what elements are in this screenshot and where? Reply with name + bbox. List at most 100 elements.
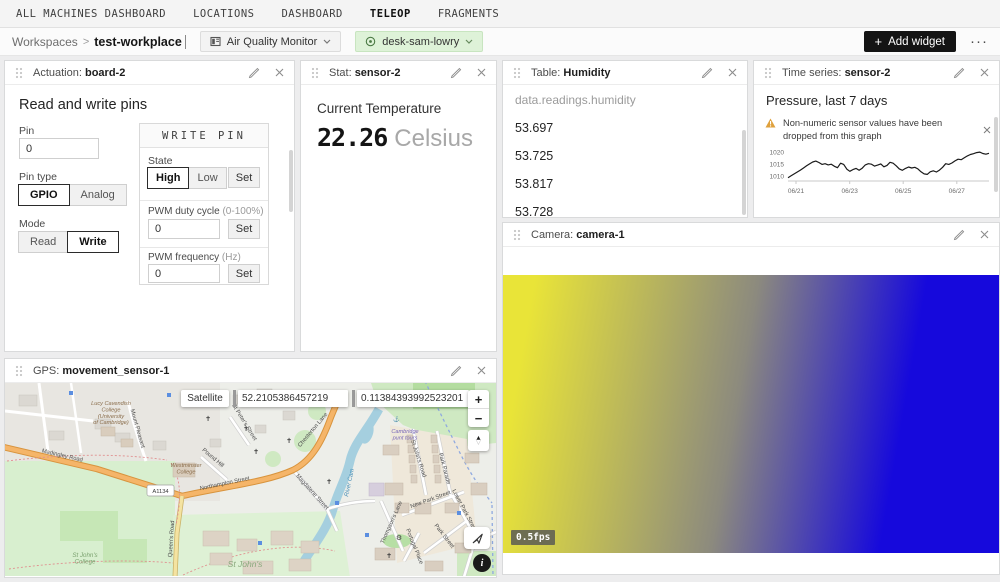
nav-tab-fragments[interactable]: FRAGMENTS xyxy=(438,8,499,20)
close-icon[interactable] xyxy=(980,230,989,239)
location-select[interactable]: Air Quality Monitor xyxy=(200,31,341,52)
mode-read-button[interactable]: Read xyxy=(18,231,68,253)
pressure-line-chart: 10101015102006/2106/2306/2506/27 xyxy=(758,143,995,199)
widget-header[interactable]: Stat: sensor-2 xyxy=(301,61,496,85)
map-canvas[interactable]: A1134 Lucy CavendishCollege(Universityof… xyxy=(5,383,496,576)
close-icon[interactable] xyxy=(477,68,486,77)
workspace-title[interactable]: test-workplace xyxy=(94,35,182,49)
scrollbar[interactable] xyxy=(994,117,998,192)
camera-stream-image: 0.5fps xyxy=(503,275,999,553)
mode-label: Mode xyxy=(19,218,45,230)
breadcrumb-separator: > xyxy=(83,36,89,48)
widget-name: board-2 xyxy=(85,67,125,79)
state-label: State xyxy=(148,155,173,167)
more-menu-icon[interactable]: ··· xyxy=(970,33,988,50)
widget-header[interactable]: GPS: movement_sensor-1 xyxy=(5,359,496,383)
map-label: ⚙ xyxy=(396,534,402,542)
pwm-freq-set-button[interactable]: Set xyxy=(228,264,260,283)
svg-text:06/27: 06/27 xyxy=(949,188,966,195)
svg-text:1010: 1010 xyxy=(770,173,785,180)
widget-header[interactable]: Time series: sensor-2 xyxy=(754,61,999,85)
drag-handle-icon[interactable] xyxy=(15,365,23,377)
drag-handle-icon[interactable] xyxy=(311,67,319,79)
map-label: ✝ xyxy=(243,425,249,433)
add-widget-button[interactable]: + Add widget xyxy=(864,31,957,52)
nav-tab-dashboard[interactable]: DASHBOARD xyxy=(281,8,342,20)
divider xyxy=(352,390,355,407)
pin-type-gpio-button[interactable]: GPIO xyxy=(18,184,70,206)
road-ref-badge: A1134 xyxy=(152,489,169,495)
text-cursor xyxy=(185,35,186,49)
pwm-duty-set-button[interactable]: Set xyxy=(228,219,260,239)
state-high-button[interactable]: High xyxy=(147,167,189,189)
location-select-label: Air Quality Monitor xyxy=(227,36,317,48)
map[interactable]: A1134 Lucy CavendishCollege(Universityof… xyxy=(5,383,496,576)
widget-name: Humidity xyxy=(563,67,610,79)
close-icon[interactable] xyxy=(728,68,737,77)
widget-timeseries: Time series: sensor-2 Pressure, last 7 d… xyxy=(753,60,1000,218)
fps-badge: 0.5fps xyxy=(511,530,555,545)
compass-reset-button[interactable]: ▲ ▽ xyxy=(468,430,489,451)
navigate-arrow-icon xyxy=(470,531,485,546)
svg-text:1015: 1015 xyxy=(770,161,785,168)
pin-input[interactable] xyxy=(19,138,99,159)
edit-pencil-icon[interactable] xyxy=(450,67,462,79)
drag-handle-icon[interactable] xyxy=(513,229,521,241)
close-icon[interactable] xyxy=(980,68,989,77)
latitude-input[interactable] xyxy=(238,390,348,407)
svg-text:06/23: 06/23 xyxy=(842,188,859,195)
widget-camera: Camera: camera-1 0.5fps xyxy=(502,222,1000,575)
pin-label: Pin xyxy=(19,125,34,137)
compass-south-icon: ▽ xyxy=(476,441,481,445)
mode-write-button[interactable]: Write xyxy=(67,231,118,253)
widget-type-label: Stat: xyxy=(329,67,352,79)
edit-pencil-icon[interactable] xyxy=(701,67,713,79)
nav-tab-all-machines-dashboard[interactable]: ALL MACHINES DASHBOARD xyxy=(16,8,166,20)
satellite-toggle-button[interactable]: Satellite xyxy=(181,390,229,407)
stat-value: 22.26 xyxy=(317,123,387,152)
zoom-out-button[interactable]: − xyxy=(468,409,489,427)
table-column-header: data.readings.humidity xyxy=(515,93,636,107)
pin-type-analog-button[interactable]: Analog xyxy=(69,184,127,206)
dismiss-warning-icon[interactable] xyxy=(983,126,991,134)
map-label: ✝ xyxy=(205,415,211,423)
close-icon[interactable] xyxy=(477,366,486,375)
state-set-button[interactable]: Set xyxy=(228,167,260,188)
widget-header[interactable]: Table: Humidity xyxy=(503,61,747,85)
scrollbar[interactable] xyxy=(742,130,746,215)
edit-pencil-icon[interactable] xyxy=(953,229,965,241)
locate-button[interactable] xyxy=(464,527,490,549)
zoom-in-button[interactable]: + xyxy=(468,390,489,408)
drag-handle-icon[interactable] xyxy=(764,67,772,79)
edit-pencil-icon[interactable] xyxy=(953,67,965,79)
close-icon[interactable] xyxy=(275,68,284,77)
widget-header[interactable]: Camera: camera-1 xyxy=(503,223,999,247)
widget-type-label: Actuation: xyxy=(33,67,82,79)
top-nav: ALL MACHINES DASHBOARD LOCATIONS DASHBOA… xyxy=(0,0,1000,28)
drag-handle-icon[interactable] xyxy=(15,67,23,79)
nav-tab-teleop[interactable]: TELEOP xyxy=(370,8,411,20)
longitude-input[interactable] xyxy=(357,390,469,407)
map-label: St John's xyxy=(228,559,263,569)
drag-handle-icon[interactable] xyxy=(513,67,521,79)
nav-tab-locations[interactable]: LOCATIONS xyxy=(193,8,254,20)
toolbar: Workspaces > test-workplace Air Quality … xyxy=(0,28,1000,56)
pwm-freq-input[interactable] xyxy=(148,264,220,283)
edit-pencil-icon[interactable] xyxy=(450,365,462,377)
write-pin-panel: WRITE PIN State High Low Set PWM duty cy… xyxy=(139,123,269,285)
widget-gps: GPS: movement_sensor-1 xyxy=(4,358,497,578)
edit-pencil-icon[interactable] xyxy=(248,67,260,79)
state-low-button[interactable]: Low xyxy=(188,167,226,189)
table-row: 53.697 xyxy=(515,121,553,135)
chart-title: Pressure, last 7 days xyxy=(766,93,887,108)
breadcrumb-workspaces[interactable]: Workspaces xyxy=(12,35,78,49)
scrollbar[interactable] xyxy=(289,150,293,212)
map-label: ✝ xyxy=(253,448,259,456)
chevron-down-icon xyxy=(323,39,331,44)
attribution-info-button[interactable]: i xyxy=(473,554,491,572)
pwm-duty-input[interactable] xyxy=(148,219,220,239)
stat-unit: Celsius xyxy=(394,125,473,153)
actuation-heading: Read and write pins xyxy=(19,97,147,113)
widget-header[interactable]: Actuation: board-2 xyxy=(5,61,294,85)
machine-select[interactable]: desk-sam-lowry xyxy=(355,31,483,52)
